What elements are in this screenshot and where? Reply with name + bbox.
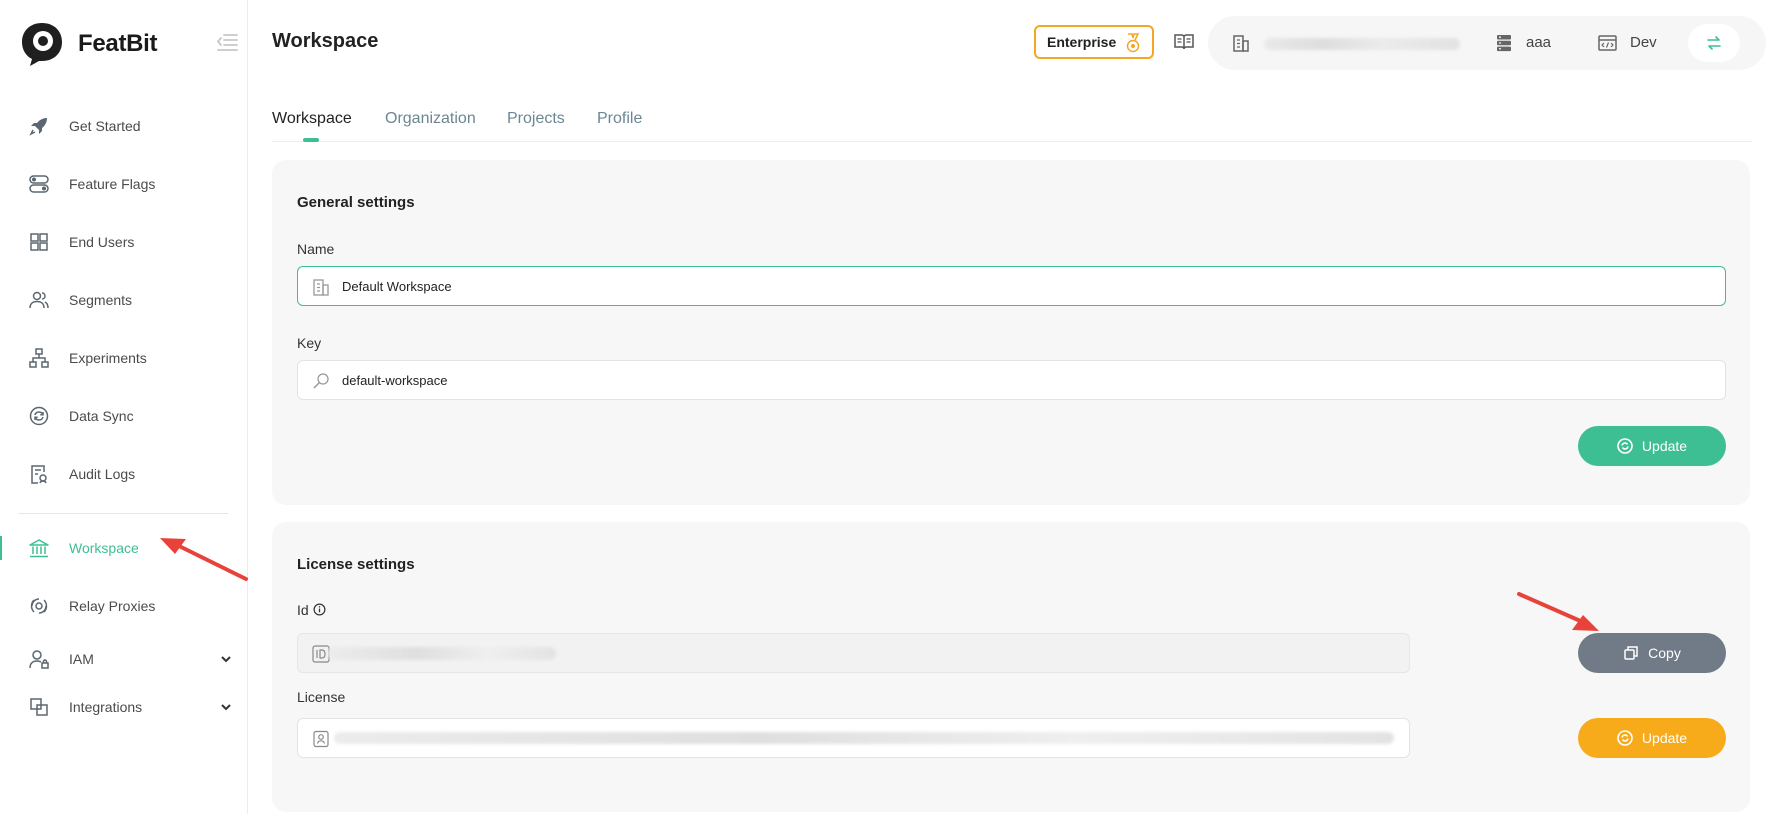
workspace-key-input[interactable]: default-workspace — [297, 360, 1726, 400]
relay-icon — [28, 595, 50, 617]
sidebar-item-label: Integrations — [69, 699, 143, 715]
general-settings-title: General settings — [297, 194, 415, 211]
id-label: Id — [297, 602, 326, 618]
sidebar-item-label: Workspace — [69, 540, 139, 556]
tab-projects[interactable]: Projects — [507, 110, 565, 128]
collapse-menu-icon[interactable] — [216, 32, 238, 52]
rocket-icon — [28, 115, 50, 137]
license-id-input[interactable] — [297, 633, 1410, 673]
tab-profile[interactable]: Profile — [597, 110, 642, 128]
info-icon[interactable] — [313, 603, 326, 616]
sidebar-item-feature-flags[interactable]: Feature Flags — [0, 162, 248, 206]
license-settings-card: License settings Id Copy License Update — [272, 522, 1750, 812]
sidebar-divider — [18, 513, 228, 514]
tab-organization[interactable]: Organization — [385, 110, 476, 128]
plan-label: Enterprise — [1047, 34, 1117, 50]
users-icon — [28, 289, 50, 311]
copy-license-id-button[interactable]: Copy — [1578, 633, 1726, 673]
license-badge-icon — [313, 730, 329, 748]
integrations-icon — [28, 696, 50, 718]
update-label: Update — [1641, 730, 1688, 746]
workspace-name-value: Default Workspace — [342, 279, 452, 294]
workspace-key-value: default-workspace — [342, 373, 448, 388]
license-id-redacted — [328, 647, 556, 660]
environment-name: Dev — [1630, 34, 1657, 51]
featbit-logo-icon — [22, 23, 62, 66]
hierarchy-icon — [28, 347, 50, 369]
sidebar-item-segments[interactable]: Segments — [0, 278, 248, 322]
sidebar-item-experiments[interactable]: Experiments — [0, 336, 248, 380]
settings-tabs: Workspace Organization Projects Profile — [272, 98, 1752, 142]
sync-icon — [28, 405, 50, 427]
switch-context-button[interactable] — [1688, 24, 1740, 62]
sidebar-item-data-sync[interactable]: Data Sync — [0, 394, 248, 438]
bank-icon — [28, 537, 50, 559]
building-icon — [313, 279, 329, 296]
sidebar-item-label: Segments — [69, 292, 133, 308]
environment-icon — [1598, 35, 1617, 51]
key-search-icon — [313, 373, 329, 389]
update-general-button[interactable]: Update — [1578, 426, 1726, 466]
copy-label: Copy — [1648, 645, 1681, 661]
sidebar-item-audit-logs[interactable]: Audit Logs — [0, 452, 248, 496]
license-settings-title: License settings — [297, 556, 415, 573]
swap-icon — [1707, 36, 1721, 50]
featbit-logo[interactable]: FeatBit — [18, 20, 158, 68]
sidebar-item-get-started[interactable]: Get Started — [0, 104, 248, 148]
grid-icon — [28, 231, 50, 253]
toggle-icon — [28, 173, 50, 195]
sidebar-item-label: Experiments — [69, 350, 147, 366]
license-key-redacted — [334, 732, 1394, 744]
enterprise-plan-button[interactable]: Enterprise — [1034, 25, 1154, 59]
app-name: FeatBit — [78, 30, 158, 57]
sidebar-item-end-users[interactable]: End Users — [0, 220, 248, 264]
sidebar-item-label: Relay Proxies — [69, 598, 156, 614]
sidebar-item-relay-proxies[interactable]: Relay Proxies — [0, 584, 248, 628]
id-label-text: Id — [297, 602, 309, 618]
copy-icon — [1624, 646, 1638, 660]
sidebar-item-integrations[interactable]: Integrations — [0, 685, 248, 729]
page-title: Workspace — [272, 30, 379, 52]
docs-book-icon[interactable] — [1174, 33, 1194, 51]
project-name: aaa — [1526, 34, 1552, 51]
general-settings-card: General settings Name Default Workspace … — [272, 160, 1750, 505]
context-switcher[interactable]: aaa Dev — [1208, 16, 1766, 70]
sidebar-item-label: Audit Logs — [69, 466, 136, 482]
update-license-button[interactable]: Update — [1578, 718, 1726, 758]
sidebar-item-label: Data Sync — [69, 408, 134, 424]
license-key-input[interactable] — [297, 718, 1410, 758]
license-label: License — [297, 689, 346, 705]
workspace-name-input[interactable]: Default Workspace — [297, 266, 1726, 306]
organization-name-redacted — [1264, 38, 1460, 50]
sidebar-item-label: IAM — [69, 651, 94, 667]
active-tab-indicator — [303, 138, 319, 142]
chevron-down-icon[interactable] — [219, 700, 233, 714]
sidebar-item-label: Get Started — [69, 118, 141, 134]
update-icon — [1617, 730, 1633, 746]
active-indicator — [0, 536, 2, 560]
tab-workspace[interactable]: Workspace — [272, 110, 352, 128]
medal-icon — [1126, 33, 1140, 53]
update-icon — [1617, 438, 1633, 454]
key-label: Key — [297, 335, 322, 351]
sidebar-item-label: Feature Flags — [69, 176, 156, 192]
sidebar: FeatBit Get Started Feature Flags End Us… — [0, 0, 248, 814]
update-label: Update — [1641, 438, 1688, 454]
organization-icon — [1233, 35, 1249, 52]
sidebar-item-workspace[interactable]: Workspace — [0, 526, 248, 570]
sidebar-item-iam[interactable]: IAM — [0, 637, 248, 681]
user-lock-icon — [28, 648, 50, 670]
chevron-down-icon[interactable] — [219, 652, 233, 666]
project-icon — [1497, 35, 1511, 52]
sidebar-item-label: End Users — [69, 234, 135, 250]
name-label: Name — [297, 241, 335, 257]
audit-icon — [28, 463, 50, 485]
